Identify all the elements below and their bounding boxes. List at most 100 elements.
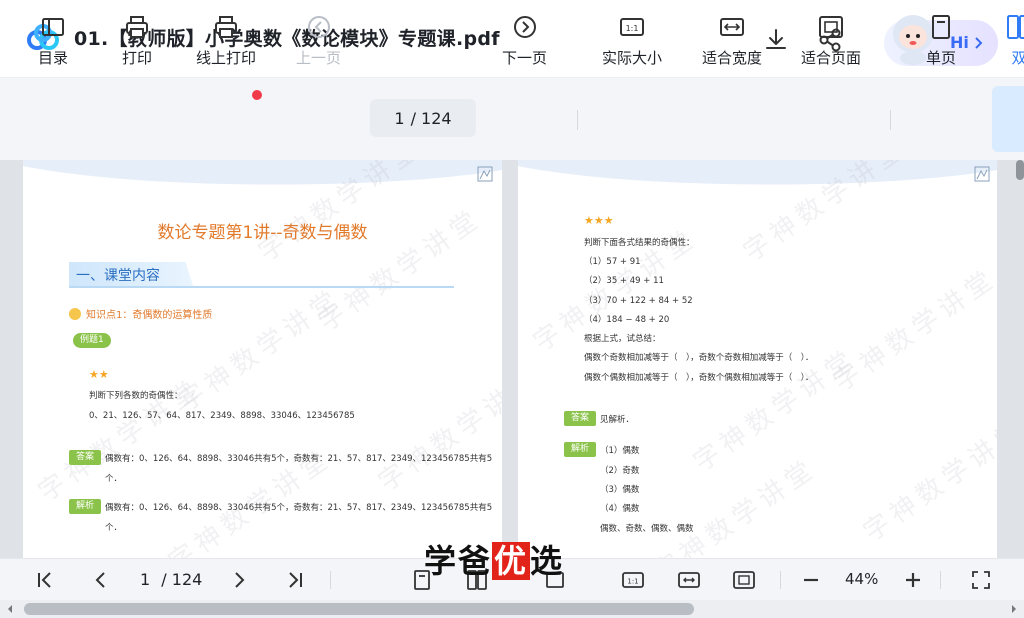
page-corner-icon — [477, 166, 493, 182]
answer-line: 偶数有：0、126、64、8898、33046共有5个，奇数有：21、57、81… — [105, 454, 493, 464]
chevron-right-icon — [975, 37, 983, 49]
bottom-divider — [330, 571, 331, 589]
download-icon[interactable] — [762, 26, 790, 54]
vertical-scrollbar-thumb[interactable] — [1016, 160, 1024, 180]
horizontal-scrollbar-thumb[interactable] — [24, 603, 694, 615]
actual-size-icon: 1:1 — [620, 18, 644, 36]
watermark-text: 字神数学讲堂 — [858, 413, 997, 548]
analysis-item: （3）偶数 — [600, 485, 640, 495]
numbers-list: 0、21、126、57、64、817、2349、8898、33046、12345… — [89, 411, 355, 421]
brand-watermark-part: 选 — [530, 542, 565, 580]
next-page-button[interactable]: 下一页 — [502, 14, 547, 72]
summary-line: 偶数个偶数相加减等于（ ），奇数个偶数相加减等于（ ）． — [584, 373, 814, 383]
actual-size-button[interactable]: 1:1 实际大小 — [602, 14, 662, 72]
scroll-right-icon[interactable] — [1010, 604, 1018, 614]
lightbulb-icon — [69, 308, 81, 320]
knowledge-point: 知识点1：奇偶数的运算性质 — [69, 306, 212, 321]
section-underline — [69, 286, 454, 288]
toolbar-divider — [577, 110, 578, 130]
print-button[interactable]: 打印 — [122, 14, 152, 72]
answer-tag: 答案 — [564, 411, 597, 426]
brand-watermark-part: 学爸 — [424, 542, 493, 580]
double-page-tool[interactable]: 双 — [1006, 14, 1024, 72]
actual-size-label: 实际大小 — [602, 49, 663, 67]
watermark-text: 字神数学讲堂 — [828, 263, 997, 398]
current-page: 1 — [394, 108, 405, 128]
next-page-icon — [513, 16, 536, 38]
brand-watermark: 学爸优选 — [424, 536, 564, 582]
svg-text:1:1: 1:1 — [627, 578, 638, 586]
page-header-decoration — [518, 160, 997, 185]
analysis-item: （4）偶数 — [600, 504, 640, 514]
section-heading: 一、课堂内容 — [69, 262, 459, 288]
prev-page-button[interactable]: 上一页 — [296, 14, 341, 72]
online-print-label: 线上打印 — [196, 49, 257, 67]
difficulty-stars: ★★ — [89, 368, 109, 381]
expression-item: （4）184 − 48 + 20 — [584, 315, 670, 325]
svg-text:1:1: 1:1 — [626, 24, 639, 33]
pdf-page-right: 字神数学讲堂 字神数学讲堂 字神数学讲堂 字神数学讲堂 字神数学讲堂 字神数学讲… — [518, 160, 997, 558]
page-number-input[interactable]: 1 / 124 — [370, 99, 476, 137]
expression-item: （1）57 + 91 — [584, 257, 641, 267]
print-label: 打印 — [122, 49, 153, 67]
toc-label: 目录 — [38, 49, 69, 67]
example-tag: 例题1 — [73, 333, 111, 348]
single-page-button[interactable]: 单页 — [926, 14, 956, 72]
first-page-icon[interactable] — [34, 569, 56, 591]
analysis-item: （1）偶数 — [600, 446, 640, 456]
answer-text: 见解析． — [600, 415, 635, 425]
difficulty-stars: ★★★ — [584, 214, 614, 227]
summary-intro: 根据上式，试总结： — [584, 334, 661, 344]
watermark-text: 字神数学讲堂 — [373, 363, 502, 498]
fit-page-icon — [819, 16, 843, 38]
bottom-current-page: 1 — [140, 570, 151, 589]
answer-tag: 答案 — [69, 450, 102, 465]
bottom-divider — [940, 571, 941, 589]
fit-width-button[interactable]: 适合宽度 — [702, 14, 762, 72]
analysis-summary: 偶数、奇数、偶数、偶数 — [600, 524, 694, 534]
online-print-button[interactable]: 线上打印 — [196, 14, 256, 72]
knowledge-point-label: 知识点1：奇偶数的运算性质 — [86, 310, 213, 321]
bottom-page-indicator[interactable]: 1 / 124 — [140, 570, 202, 589]
expression-item: （2）35 + 49 + 11 — [584, 276, 664, 286]
analysis-line: 偶数有：0、126、64、8898、33046共有5个，奇数有：21、57、81… — [105, 503, 493, 513]
page-title: 数论专题第1讲--奇数与偶数 — [157, 223, 368, 243]
prev-page-label: 上一页 — [296, 49, 342, 67]
watermark-text: 字神数学讲堂 — [173, 283, 348, 418]
fit-width-icon — [720, 18, 744, 36]
toolbar-divider — [890, 110, 891, 130]
zoom-level: 44% — [845, 570, 879, 588]
summary-line: 偶数个奇数相加减等于（ ），奇数个奇数相加减等于（ ）． — [584, 353, 814, 363]
last-page-icon[interactable] — [284, 569, 306, 591]
double-page-icon — [1007, 15, 1024, 39]
double-page-button[interactable] — [992, 86, 1024, 152]
document-viewer[interactable]: 字神数学讲堂 字神数学讲堂 字神数学讲堂 字神数学讲堂 字神数学讲堂 字神数学讲… — [0, 160, 1024, 558]
fit-width-bottom-icon[interactable] — [678, 569, 700, 591]
fit-page-label: 适合页面 — [801, 49, 862, 67]
zoom-out-icon[interactable] — [800, 569, 822, 591]
single-page-icon — [932, 15, 950, 39]
fit-page-bottom-icon[interactable] — [733, 569, 755, 591]
actual-size-bottom-icon[interactable]: 1:1 — [622, 569, 644, 591]
section-title: 一、课堂内容 — [76, 268, 160, 284]
scroll-left-icon[interactable] — [6, 604, 14, 614]
next-page-arrow-icon[interactable] — [228, 569, 250, 591]
online-printer-icon — [215, 16, 237, 38]
zoom-in-icon[interactable] — [902, 569, 924, 591]
prev-page-icon — [307, 16, 330, 38]
analysis-item: （2）奇数 — [600, 466, 640, 476]
fullscreen-icon[interactable] — [970, 569, 992, 591]
answer-line: 个． — [105, 474, 123, 484]
printer-icon — [126, 16, 148, 38]
toc-button[interactable]: 目录 — [38, 14, 68, 72]
fit-width-label: 适合宽度 — [702, 49, 763, 67]
next-page-label: 下一页 — [502, 49, 548, 67]
analysis-tag: 解析 — [564, 442, 597, 457]
analysis-tag: 解析 — [69, 499, 102, 514]
single-page-label: 单页 — [926, 49, 957, 67]
prev-page-arrow-icon[interactable] — [90, 569, 112, 591]
page-header-decoration — [23, 160, 502, 185]
horizontal-scrollbar[interactable] — [0, 600, 1024, 618]
question-text: 判断下列各数的奇偶性： — [89, 391, 183, 401]
fit-page-button[interactable]: 适合页面 — [801, 14, 861, 72]
